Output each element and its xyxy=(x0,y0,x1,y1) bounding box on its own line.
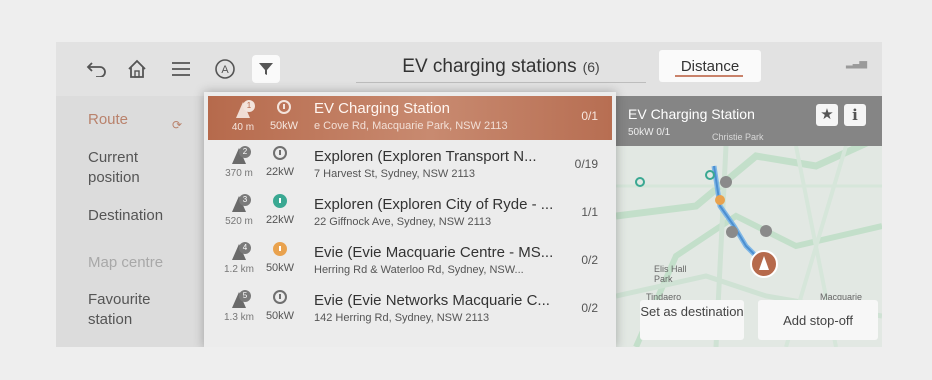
station-address: Herring Rd & Waterloo Rd, Sydney, NSW... xyxy=(314,264,524,276)
distance: 520 m xyxy=(225,216,253,227)
marker-icon: 5 xyxy=(230,290,251,310)
home-icon[interactable] xyxy=(122,54,152,84)
sort-distance-label: Distance xyxy=(680,57,740,75)
menu-item-current-position[interactable]: Current position xyxy=(88,148,168,188)
station-count: (6) xyxy=(582,59,600,75)
availability: 0/2 xyxy=(581,301,598,315)
add-stopoff-button[interactable]: Add stop-off xyxy=(758,300,878,340)
sort-underline xyxy=(675,75,743,77)
station-list: 1 40 m 50kW EV Charging Station e Cove R… xyxy=(204,92,616,347)
availability: 0/19 xyxy=(574,157,598,171)
set-destination-button[interactable]: Set as destination xyxy=(640,300,744,340)
auto-icon-label: A xyxy=(221,64,229,76)
distance-column: 3 520 m xyxy=(218,194,260,227)
title-area: EV charging stations (6) xyxy=(356,52,646,83)
search-around-menu: Route ⟳ Current position Destination Map… xyxy=(56,96,206,347)
menu-item-destination[interactable]: Destination xyxy=(88,206,163,226)
power: 22kW xyxy=(265,214,295,226)
station-address: e Cove Rd, Macquarie Park, NSW 2113 xyxy=(314,120,508,132)
power: 22kW xyxy=(265,166,295,178)
list-item[interactable]: 2 370 m 22kW Exploren (Exploren Transpor… xyxy=(204,142,616,190)
map-label-christie-park: Christie Park xyxy=(712,132,764,142)
power: 50kW xyxy=(265,310,295,322)
marker-icon: 2 xyxy=(230,146,251,166)
map-label-elis-hall-park: Elis Hall Park xyxy=(654,264,687,284)
station-name: Exploren (Exploren Transport N... xyxy=(314,148,537,165)
availability: 0/2 xyxy=(581,253,598,267)
station-address: 142 Herring Rd, Sydney, NSW 2113 xyxy=(314,312,490,324)
list-item[interactable]: 1 40 m 50kW EV Charging Station e Cove R… xyxy=(208,96,612,140)
power-column: 22kW xyxy=(262,194,298,226)
map-view[interactable]: EV Charging Station 50kW 0/1 ★ i Christi… xyxy=(616,96,882,347)
distance: 1.2 km xyxy=(223,264,254,275)
top-bar: A EV charging stations (6) Distance ▂▃▅ xyxy=(56,42,882,96)
power-column: 50kW xyxy=(262,242,298,274)
marker-icon: 1 xyxy=(234,100,255,120)
availability: 0/1 xyxy=(581,109,598,123)
distance-column: 5 1.3 km xyxy=(218,290,260,323)
distance-column: 2 370 m xyxy=(218,146,260,179)
back-arrow-icon[interactable] xyxy=(82,54,112,84)
station-name: Evie (Evie Macquarie Centre - MS... xyxy=(314,244,554,261)
auto-icon[interactable]: A xyxy=(210,54,240,84)
plug-icon xyxy=(273,194,287,208)
plug-icon xyxy=(273,290,287,304)
list-item[interactable]: 5 1.3 km 50kW Evie (Evie Networks Macqua… xyxy=(204,286,616,334)
distance: 370 m xyxy=(225,168,253,179)
distance-column: 4 1.2 km xyxy=(218,242,260,275)
station-info-title: EV Charging Station xyxy=(628,106,755,122)
station-address: 22 Giffnock Ave, Sydney, NSW 2113 xyxy=(314,216,492,228)
power: 50kW xyxy=(265,262,295,274)
signal-icon: ▂▃▅ xyxy=(846,58,867,69)
availability: 1/1 xyxy=(581,205,598,219)
station-name: Evie (Evie Networks Macquarie C... xyxy=(314,292,550,309)
plug-icon xyxy=(273,146,287,160)
power-column: 22kW xyxy=(262,146,298,178)
station-name: Exploren (Exploren City of Ryde - ... xyxy=(314,196,554,213)
filter-icon xyxy=(259,63,273,75)
list-item[interactable]: 3 520 m 22kW Exploren (Exploren City of … xyxy=(204,190,616,238)
star-icon[interactable]: ★ xyxy=(816,104,838,126)
sort-distance-button[interactable]: Distance xyxy=(659,50,761,82)
reroute-icon: ⟳ xyxy=(172,118,183,132)
marker-icon: 3 xyxy=(230,194,251,214)
screen: A EV charging stations (6) Distance ▂▃▅ … xyxy=(56,42,882,347)
list-item[interactable]: 4 1.2 km 50kW Evie (Evie Macquarie Centr… xyxy=(204,238,616,286)
power: 50kW xyxy=(269,120,299,132)
station-name: EV Charging Station xyxy=(314,100,450,117)
distance-column: 1 40 m xyxy=(222,100,264,133)
info-button[interactable]: i xyxy=(844,104,866,126)
page-title: EV charging stations xyxy=(402,56,577,77)
distance: 1.3 km xyxy=(223,312,254,323)
plug-icon xyxy=(277,100,291,114)
menu-item-map-centre[interactable]: Map centre xyxy=(88,253,163,273)
station-info-subtitle: 50kW 0/1 xyxy=(628,127,671,138)
menu-icon[interactable] xyxy=(166,54,196,84)
distance: 40 m xyxy=(231,122,255,133)
marker-icon: 4 xyxy=(230,242,251,262)
filter-button[interactable] xyxy=(252,55,280,83)
station-address: 7 Harvest St, Sydney, NSW 2113 xyxy=(314,168,475,180)
menu-item-favourite-station[interactable]: Favourite station xyxy=(88,290,168,330)
plug-icon xyxy=(273,242,287,256)
power-column: 50kW xyxy=(266,100,302,132)
menu-item-route[interactable]: Route xyxy=(88,110,128,130)
power-column: 50kW xyxy=(262,290,298,322)
